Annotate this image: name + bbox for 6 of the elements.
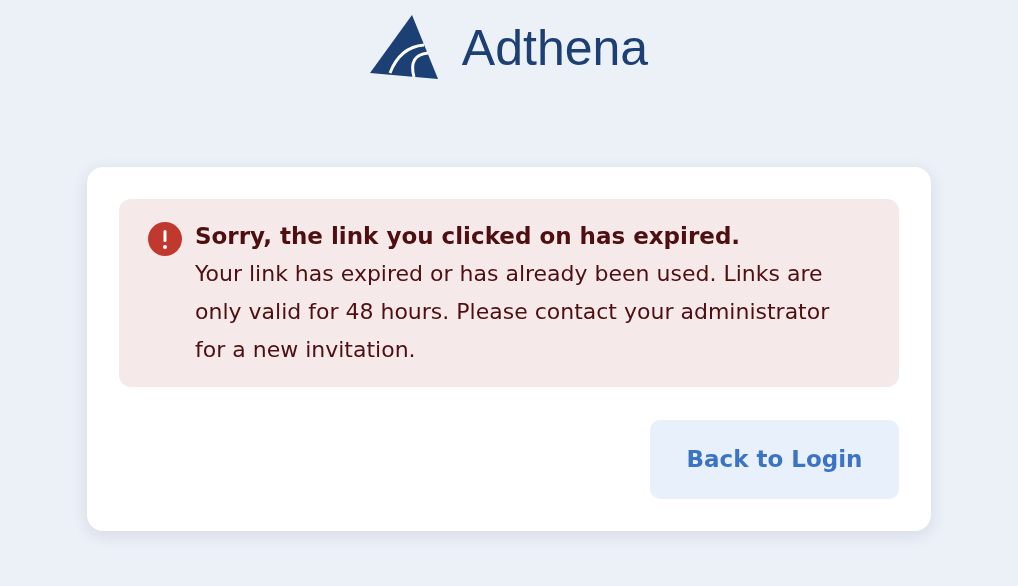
alert-message: Your link has expired or has already been used. Links are only valid for 48 hours. Please contact your administrator for a new invitation.	[195, 260, 831, 364]
logo-icon	[369, 15, 438, 81]
logo-text: Adthena	[461, 23, 649, 73]
alert-title: Sorry, the link you clicked on has expired.	[195, 222, 742, 251]
exclamation-icon	[148, 222, 182, 256]
back-to-login-button[interactable]: Back to Login	[650, 420, 899, 499]
